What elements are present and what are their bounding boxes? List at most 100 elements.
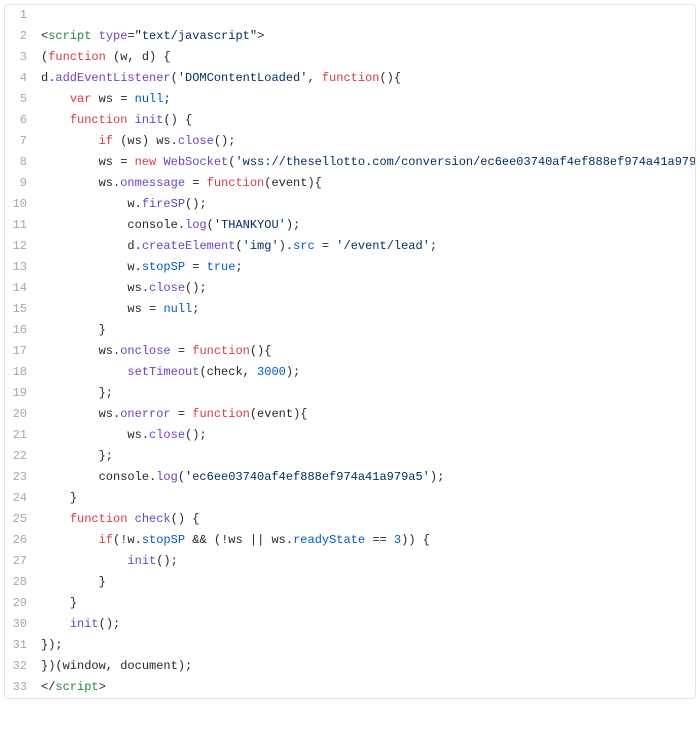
code-line[interactable]: 2<script type="text/javascript"> xyxy=(5,26,695,47)
code-token: 'DOMContentLoaded' xyxy=(178,71,308,85)
line-content[interactable]: init(); xyxy=(37,614,695,635)
line-content[interactable]: if (ws) ws.close(); xyxy=(37,131,695,152)
line-content[interactable]: var ws = null; xyxy=(37,89,695,110)
line-content[interactable]: }; xyxy=(37,446,695,467)
code-token: ws xyxy=(127,302,149,316)
line-content[interactable]: } xyxy=(37,320,695,341)
line-content[interactable]: function init() { xyxy=(37,110,695,131)
code-line[interactable]: 14 ws.close(); xyxy=(5,278,695,299)
line-content[interactable] xyxy=(37,5,695,26)
line-number: 9 xyxy=(5,173,37,194)
code-token: }); xyxy=(41,638,63,652)
line-content[interactable]: w.stopSP = true; xyxy=(37,257,695,278)
line-content[interactable]: } xyxy=(37,488,695,509)
code-line[interactable]: 25 function check() { xyxy=(5,509,695,530)
code-line[interactable]: 16 } xyxy=(5,320,695,341)
line-number: 14 xyxy=(5,278,37,299)
line-number: 25 xyxy=(5,509,37,530)
code-token xyxy=(199,176,206,190)
code-line[interactable]: 22 }; xyxy=(5,446,695,467)
line-content[interactable]: console.log('ec6ee03740af4ef888ef974a41a… xyxy=(37,467,695,488)
line-content[interactable]: function check() { xyxy=(37,509,695,530)
code-token: () { xyxy=(171,512,200,526)
code-token: && xyxy=(192,533,206,547)
line-number: 23 xyxy=(5,467,37,488)
code-token: '/event/lead' xyxy=(336,239,430,253)
code-token: ( xyxy=(207,218,214,232)
code-token: init xyxy=(70,617,99,631)
code-token xyxy=(127,92,134,106)
line-number: 21 xyxy=(5,425,37,446)
code-line[interactable]: 12 d.createElement('img').src = '/event/… xyxy=(5,236,695,257)
code-token: , xyxy=(307,71,321,85)
code-line[interactable]: 27 init(); xyxy=(5,551,695,572)
line-number: 29 xyxy=(5,593,37,614)
code-token: function xyxy=(192,344,250,358)
line-content[interactable]: ws.onerror = function(event){ xyxy=(37,404,695,425)
code-line[interactable]: 15 ws = null; xyxy=(5,299,695,320)
code-line[interactable]: 28 } xyxy=(5,572,695,593)
line-number: 11 xyxy=(5,215,37,236)
code-token xyxy=(127,113,134,127)
code-token: onclose xyxy=(120,344,170,358)
line-content[interactable]: }; xyxy=(37,383,695,404)
line-content[interactable]: init(); xyxy=(37,551,695,572)
code-line[interactable]: 26 if(!w.stopSP && (!ws || ws.readyState… xyxy=(5,530,695,551)
line-number: 2 xyxy=(5,26,37,47)
line-content[interactable]: } xyxy=(37,572,695,593)
line-content[interactable]: })(window, document); xyxy=(37,656,695,677)
line-number: 33 xyxy=(5,677,37,698)
line-content[interactable]: d.createElement('img').src = '/event/lea… xyxy=(37,236,695,257)
code-line[interactable]: 6 function init() { xyxy=(5,110,695,131)
line-content[interactable]: (function (w, d) { xyxy=(37,47,695,68)
line-number: 12 xyxy=(5,236,37,257)
code-line[interactable]: 18 setTimeout(check, 3000); xyxy=(5,362,695,383)
code-line[interactable]: 29 } xyxy=(5,593,695,614)
code-token: = xyxy=(178,344,185,358)
code-line[interactable]: 13 w.stopSP = true; xyxy=(5,257,695,278)
line-content[interactable]: setTimeout(check, 3000); xyxy=(37,362,695,383)
code-token: close xyxy=(149,281,185,295)
line-content[interactable]: ws = new WebSocket('wss://thesellotto.co… xyxy=(37,152,695,173)
line-content[interactable]: if(!w.stopSP && (!ws || ws.readyState ==… xyxy=(37,530,695,551)
code-block[interactable]: 12<script type="text/javascript">3(funct… xyxy=(4,4,696,699)
code-line[interactable]: 30 init(); xyxy=(5,614,695,635)
code-line[interactable]: 3(function (w, d) { xyxy=(5,47,695,68)
code-line[interactable]: 10 w.fireSP(); xyxy=(5,194,695,215)
code-line[interactable]: 4d.addEventListener('DOMContentLoaded', … xyxy=(5,68,695,89)
code-line[interactable]: 17 ws.onclose = function(){ xyxy=(5,341,695,362)
line-number: 3 xyxy=(5,47,37,68)
line-content[interactable]: ws.close(); xyxy=(37,425,695,446)
code-token: ; xyxy=(163,92,170,106)
code-line[interactable]: 21 ws.close(); xyxy=(5,425,695,446)
line-content[interactable]: ws.onclose = function(){ xyxy=(37,341,695,362)
code-line[interactable]: 19 }; xyxy=(5,383,695,404)
line-content[interactable]: ws = null; xyxy=(37,299,695,320)
line-content[interactable]: console.log('THANKYOU'); xyxy=(37,215,695,236)
code-line[interactable]: 9 ws.onmessage = function(event){ xyxy=(5,173,695,194)
line-number: 19 xyxy=(5,383,37,404)
code-line[interactable]: 23 console.log('ec6ee03740af4ef888ef974a… xyxy=(5,467,695,488)
line-content[interactable]: w.fireSP(); xyxy=(37,194,695,215)
code-line[interactable]: 11 console.log('THANKYOU'); xyxy=(5,215,695,236)
line-content[interactable]: ws.close(); xyxy=(37,278,695,299)
code-line[interactable]: 31}); xyxy=(5,635,695,656)
line-content[interactable]: ws.onmessage = function(event){ xyxy=(37,173,695,194)
code-line[interactable]: 24 } xyxy=(5,488,695,509)
code-token: fireSP xyxy=(142,197,185,211)
code-line[interactable]: 33</script> xyxy=(5,677,695,698)
line-content[interactable]: d.addEventListener('DOMContentLoaded', f… xyxy=(37,68,695,89)
code-token: new xyxy=(135,155,157,169)
line-content[interactable]: <script type="text/javascript"> xyxy=(37,26,695,47)
code-token: = xyxy=(178,407,185,421)
code-line[interactable]: 1 xyxy=(5,5,695,26)
line-content[interactable]: }); xyxy=(37,635,695,656)
line-content[interactable]: </script> xyxy=(37,677,695,698)
code-token: ; xyxy=(192,302,199,316)
line-content[interactable]: } xyxy=(37,593,695,614)
code-line[interactable]: 20 ws.onerror = function(event){ xyxy=(5,404,695,425)
code-line[interactable]: 32})(window, document); xyxy=(5,656,695,677)
code-line[interactable]: 8 ws = new WebSocket('wss://thesellotto.… xyxy=(5,152,695,173)
code-line[interactable]: 7 if (ws) ws.close(); xyxy=(5,131,695,152)
code-line[interactable]: 5 var ws = null; xyxy=(5,89,695,110)
